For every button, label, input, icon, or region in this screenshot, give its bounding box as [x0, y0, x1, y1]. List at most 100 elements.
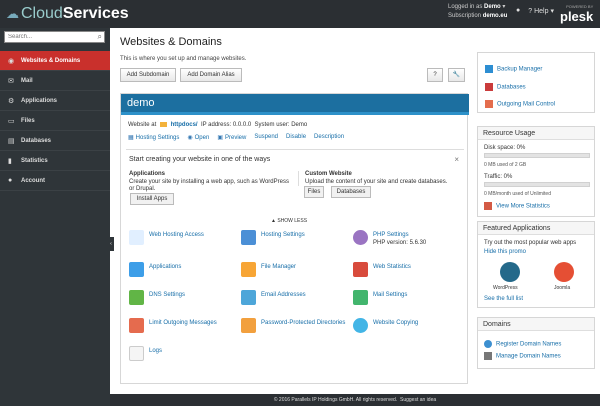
logged-in-user[interactable]: Demo — [484, 4, 501, 10]
php-settings-icon — [353, 230, 368, 245]
tool-hosting-settings[interactable]: Hosting Settings — [241, 230, 346, 248]
register-domain-names-link[interactable]: Register Domain Names — [484, 340, 561, 348]
disable-link[interactable]: Disable — [286, 134, 306, 141]
website-copying-icon — [353, 318, 368, 333]
tool-mail-settings[interactable]: Mail Settings — [353, 290, 458, 308]
brand-logo[interactable]: ☁ Cloud Services — [6, 5, 129, 23]
account-icon: ● — [8, 177, 13, 184]
sidebar-item-files[interactable]: ▭ Files — [0, 111, 110, 131]
tool-php-settings[interactable]: PHP Settings PHP version: 5.6.30 — [353, 230, 458, 248]
help-icon: ? — [528, 8, 533, 15]
manage-domain-icon — [484, 352, 492, 360]
httpdocs-link[interactable]: httpdocs/ — [171, 122, 198, 128]
sidebar-item-applications[interactable]: ⚙ Applications — [0, 91, 110, 111]
start-creating-section: Start creating your website in one of th… — [126, 149, 464, 213]
traffic-meter — [484, 182, 590, 187]
email-addresses-icon — [241, 290, 256, 305]
help-button[interactable]: ? — [427, 68, 443, 82]
search-input[interactable] — [5, 32, 91, 42]
tool-website-copying[interactable]: Website Copying — [353, 318, 458, 336]
backup-manager-link[interactable]: Backup Manager — [485, 65, 542, 73]
tool-logs[interactable]: Logs — [129, 346, 234, 364]
disk-space-value: 0 MB used of 2 GB — [484, 162, 527, 168]
preview-link[interactable]: ▣ Preview — [217, 134, 246, 141]
collapse-sidebar-button[interactable]: ‹ — [108, 237, 114, 251]
hide-promo-link[interactable]: Hide this promo — [484, 249, 526, 255]
help-menu[interactable]: ? Help ▾ — [528, 7, 554, 15]
plesk-logo: plesk — [560, 9, 594, 24]
settings-button[interactable]: 🔧 — [448, 68, 465, 82]
tool-dns-settings[interactable]: DNS Settings — [129, 290, 234, 308]
tool-web-hosting-access[interactable]: Web Hosting Access — [129, 230, 234, 248]
folder-icon — [159, 122, 167, 127]
search-icon[interactable]: ⌕ — [98, 32, 102, 42]
close-icon[interactable]: × — [454, 155, 459, 164]
database-icon: ▤ — [8, 137, 15, 145]
brand-suffix: Services — [62, 5, 129, 22]
resource-usage-title: Resource Usage — [478, 127, 594, 140]
password-protected-directories-icon — [241, 318, 256, 333]
start-title: Start creating your website in one of th… — [129, 156, 271, 163]
hosting-settings-icon — [241, 230, 256, 245]
search-box[interactable]: ⌕ — [4, 31, 105, 43]
profile-icon[interactable]: ● — [516, 7, 520, 15]
sidebar-item-mail[interactable]: ✉ Mail — [0, 71, 110, 91]
tool-email-addresses[interactable]: Email Addresses — [241, 290, 346, 308]
logged-in-label: Logged in as — [448, 4, 483, 10]
outgoing-mail-control-link[interactable]: Outgoing Mail Control — [485, 100, 555, 108]
featured-applications-title: Featured Applications — [478, 222, 594, 235]
disk-space-label: Disk space: 0% — [484, 145, 526, 151]
tool-web-statistics[interactable]: Web Statistics — [353, 262, 458, 280]
description-link[interactable]: Description — [314, 134, 344, 141]
open-link[interactable]: ◉ Open — [187, 134, 209, 141]
register-domain-icon — [484, 340, 492, 348]
install-apps-button[interactable]: Install Apps — [130, 193, 174, 205]
statistics-icon: ▮ — [8, 157, 12, 165]
web-statistics-icon — [353, 262, 368, 277]
globe-icon: ◉ — [8, 57, 15, 65]
tool-limit-outgoing-messages[interactable]: Limit Outgoing Messages — [129, 318, 234, 336]
tool-applications[interactable]: Applications — [129, 262, 234, 280]
sidebar-item-websites-domains[interactable]: ◉ Websites & Domains — [0, 51, 110, 71]
add-domain-alias-button[interactable]: Add Domain Alias — [180, 68, 242, 82]
copyright-text: © 2016 Parallels IP Holdings GmbH. All r… — [273, 397, 398, 403]
page-title: Websites & Domains — [120, 36, 222, 48]
wordpress-label[interactable]: WordPress — [493, 285, 518, 291]
main-toolbar: Add Subdomain Add Domain Alias ? 🔧 — [120, 68, 468, 84]
applications-heading: Applications — [129, 171, 166, 177]
wordpress-icon[interactable] — [500, 262, 520, 282]
outgoing-mail-control-icon — [485, 100, 493, 108]
domain-title[interactable]: demo — [121, 94, 469, 112]
see-full-list-link[interactable]: See the full list — [484, 296, 523, 302]
subscription-label: Subscription — [448, 13, 482, 19]
limit-outgoing-messages-icon — [129, 318, 144, 333]
tool-file-manager[interactable]: File Manager — [241, 262, 346, 280]
databases-link[interactable]: Databases — [485, 83, 526, 91]
tool-password-protected-directories[interactable]: Password-Protected Directories — [241, 318, 346, 336]
sidebar-item-databases[interactable]: ▤ Databases — [0, 131, 110, 151]
add-subdomain-button[interactable]: Add Subdomain — [120, 68, 176, 82]
sidebar-nav: ◉ Websites & Domains ✉ Mail ⚙ Applications … — [0, 51, 110, 191]
applications-option: Applications Create your site by install… — [129, 171, 289, 193]
featured-applications-text: Try out the most popular web apps — [484, 240, 577, 246]
view-more-statistics-link[interactable]: View More Statistics — [484, 202, 550, 210]
show-less-toggle[interactable]: ▲ SHOW LESS — [271, 218, 307, 224]
traffic-value: 0 MB/month used of Unlimited — [484, 191, 551, 197]
top-actions: ● ? Help ▾ — [516, 7, 554, 15]
sidebar-item-statistics[interactable]: ▮ Statistics — [0, 151, 110, 171]
sidebar-item-account[interactable]: ● Account — [0, 171, 110, 191]
joomla-label[interactable]: Joomla — [554, 285, 570, 291]
databases-icon — [485, 83, 493, 91]
joomla-icon[interactable] — [554, 262, 574, 282]
suspend-link[interactable]: Suspend — [254, 134, 278, 141]
applications-icon — [129, 262, 144, 277]
preview-icon: ▣ — [217, 135, 223, 141]
hosting-settings-link[interactable]: ▦ Hosting Settings — [128, 134, 179, 141]
manage-domain-names-link[interactable]: Manage Domain Names — [484, 352, 561, 360]
databases-button[interactable]: Databases — [331, 186, 371, 198]
quick-links-box: Backup Manager Databases Outgoing Mail C… — [477, 52, 595, 113]
featured-applications-box: Featured Applications Try out the most p… — [477, 221, 595, 308]
suggest-idea-link[interactable]: Suggest an idea — [400, 397, 436, 403]
files-button[interactable]: Files — [304, 186, 324, 198]
subscription-value[interactable]: demo.eu — [483, 13, 508, 19]
